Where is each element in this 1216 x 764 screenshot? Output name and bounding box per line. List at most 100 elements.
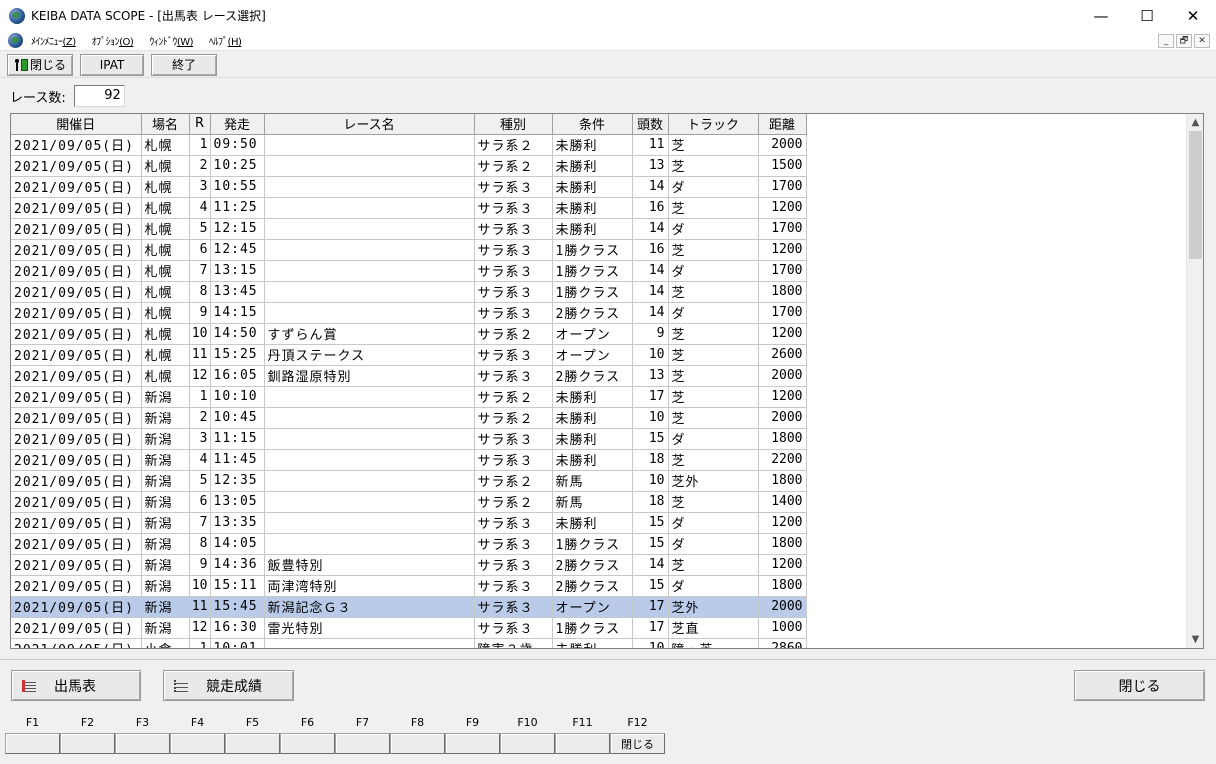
table-row[interactable]: 2021/09/05(日) 新潟 7 13:35 サラ系３ 未勝利 15 ダ 1200 <box>11 512 807 534</box>
mdi-close-button[interactable]: ✕ <box>1194 34 1210 48</box>
fkey-button-f1[interactable] <box>5 733 60 754</box>
table-row[interactable]: 2021/09/05(日) 新潟 2 10:45 サラ系２ 未勝利 10 芝 2000 <box>11 407 807 429</box>
table-row[interactable]: 2021/09/05(日) 札幌 9 14:15 サラ系３ 2勝クラス 14 ダ 1700 <box>11 302 807 324</box>
fkey-button-f2[interactable] <box>60 733 115 754</box>
col-header-date[interactable]: 開催日 <box>11 114 142 135</box>
table-row[interactable]: 2021/09/05(日) 新潟 3 11:15 サラ系３ 未勝利 15 ダ 1800 <box>11 428 807 450</box>
ipat-button[interactable]: IPAT <box>80 53 144 76</box>
table-row[interactable]: 2021/09/05(日) 新潟 8 14:05 サラ系３ 1勝クラス 15 ダ 1800 <box>11 533 807 555</box>
cell-condition: 1勝クラス <box>552 260 633 282</box>
table-row[interactable]: 2021/09/05(日) 新潟 10 15:11 両津湾特別 サラ系３ 2勝クラス 15 ダ 1… <box>11 575 807 597</box>
menu-window[interactable]: ｳｨﾝﾄﾞｳ(W) <box>149 33 193 48</box>
table-row[interactable]: 2021/09/05(日) 札幌 2 10:25 サラ系２ 未勝利 13 芝 1500 <box>11 155 807 177</box>
cell-date: 2021/09/05(日) <box>11 218 142 240</box>
table-row[interactable]: 2021/09/05(日) 新潟 6 13:05 サラ系２ 新馬 18 芝 1400 <box>11 491 807 513</box>
scroll-up-icon[interactable]: ▲ <box>1187 114 1203 131</box>
mdi-controls: _ 🗗 ✕ <box>1158 34 1210 48</box>
col-header-distance[interactable]: 距離 <box>758 114 807 135</box>
cell-distance: 1800 <box>758 470 807 492</box>
menu-main[interactable]: ﾒｲﾝﾒﾆｭｰ(Z) <box>31 33 76 48</box>
table-row[interactable]: 2021/09/05(日) 札幌 10 14:50 すずらん賞 サラ系２ オープン 9 芝 120… <box>11 323 807 345</box>
cell-type: サラ系３ <box>474 575 553 597</box>
fkey-button-f7[interactable] <box>335 733 390 754</box>
fkey-button-f12[interactable]: 閉じる <box>610 733 665 754</box>
col-header-track[interactable]: トラック <box>668 114 759 135</box>
table-row[interactable]: 2021/09/05(日) 新潟 9 14:36 飯豊特別 サラ系３ 2勝クラス 14 芝 120… <box>11 554 807 576</box>
toolbar-close-button[interactable]: 閉じる <box>7 53 73 76</box>
fkey-button-f4[interactable] <box>170 733 225 754</box>
fkey-button-f9[interactable] <box>445 733 500 754</box>
table-row[interactable]: 2021/09/05(日) 札幌 8 13:45 サラ系３ 1勝クラス 14 芝 1800 <box>11 281 807 303</box>
table-row[interactable]: 2021/09/05(日) 札幌 4 11:25 サラ系３ 未勝利 16 芝 1200 <box>11 197 807 219</box>
fkey-button-f6[interactable] <box>280 733 335 754</box>
table-row[interactable]: 2021/09/05(日) 新潟 4 11:45 サラ系３ 未勝利 18 芝 2200 <box>11 449 807 471</box>
exit-button[interactable]: 終了 <box>151 53 217 76</box>
cell-runners: 10 <box>632 407 669 429</box>
fkey-button-f3[interactable] <box>115 733 170 754</box>
cell-track: 芝外 <box>668 596 759 618</box>
fkey-button-f11[interactable] <box>555 733 610 754</box>
menu-help[interactable]: ﾍﾙﾌﾟ(H) <box>209 33 242 48</box>
fkey-button-f5[interactable] <box>225 733 280 754</box>
table-row[interactable]: 2021/09/05(日) 札幌 6 12:45 サラ系３ 1勝クラス 16 芝 1200 <box>11 239 807 261</box>
close-window-button[interactable]: ✕ <box>1170 0 1216 31</box>
cell-venue: 新潟 <box>141 533 190 555</box>
table-row[interactable]: 2021/09/05(日) 札幌 5 12:15 サラ系３ 未勝利 14 ダ 1700 <box>11 218 807 240</box>
table-row[interactable]: 2021/09/05(日) 札幌 11 15:25 丹頂ステークス サラ系３ オープン 10 芝… <box>11 344 807 366</box>
cell-condition: 未勝利 <box>552 449 633 471</box>
fkey-button-f8[interactable] <box>390 733 445 754</box>
cell-distance: 1700 <box>758 176 807 198</box>
cell-condition: オープン <box>552 323 633 345</box>
cell-distance: 1400 <box>758 491 807 513</box>
table-row[interactable]: 2021/09/05(日)小倉110:01 障害３歳未勝利10障・芝2860 <box>11 638 807 648</box>
col-header-type[interactable]: 種別 <box>474 114 553 135</box>
cell-runners: 15 <box>632 512 669 534</box>
cell-runners: 16 <box>632 239 669 261</box>
cell-runners: 9 <box>632 323 669 345</box>
vertical-scrollbar[interactable]: ▲ ▼ <box>1186 114 1203 648</box>
col-header-race-name[interactable]: レース名 <box>264 114 475 135</box>
table-row[interactable]: 2021/09/05(日) 新潟 1 10:10 サラ系２ 未勝利 17 芝 1200 <box>11 386 807 408</box>
cell-race-no: 9 <box>189 302 211 324</box>
table-row[interactable]: 2021/09/05(日) 新潟 12 16:30 雷光特別 サラ系３ 1勝クラス 17 芝直 1… <box>11 617 807 639</box>
cell-race-no: 8 <box>189 533 211 555</box>
race-count-row: レース数: 92 <box>10 85 125 107</box>
shutuba-button[interactable]: 出馬表 <box>11 670 141 701</box>
table-row[interactable]: 2021/09/05(日) 札幌 1 09:50 サラ系２ 未勝利 11 芝 2000 <box>11 134 807 156</box>
col-header-venue[interactable]: 場名 <box>141 114 190 135</box>
col-header-race-no[interactable]: R <box>189 114 211 135</box>
fkey-f3: F3 <box>115 714 170 756</box>
table-row[interactable]: 2021/09/05(日) 新潟 5 12:35 サラ系２ 新馬 10 芝外 1800 <box>11 470 807 492</box>
fkey-label: F7 <box>355 716 370 729</box>
table-row[interactable]: 2021/09/05(日) 札幌 7 13:15 サラ系３ 1勝クラス 14 ダ 1700 <box>11 260 807 282</box>
globe-menu-icon[interactable] <box>8 33 23 48</box>
cell-venue: 新潟 <box>141 512 190 534</box>
maximize-button[interactable]: ☐ <box>1124 0 1170 31</box>
mdi-minimize-button[interactable]: _ <box>1158 34 1174 48</box>
cell-condition: 未勝利 <box>552 512 633 534</box>
results-button[interactable]: 競走成績 <box>163 670 294 701</box>
mdi-restore-button[interactable]: 🗗 <box>1176 34 1192 48</box>
table-row[interactable]: 2021/09/05(日) 新潟 11 15:45 新潟記念Ｇ３ サラ系３ オープン 17 芝外… <box>11 596 807 618</box>
minimize-button[interactable]: — <box>1078 0 1124 31</box>
cell-race-no: 6 <box>189 239 211 261</box>
menu-option[interactable]: ｵﾌﾟｼｮﾝ(O) <box>92 33 134 48</box>
close-button[interactable]: 閉じる <box>1074 670 1205 701</box>
col-header-runners[interactable]: 頭数 <box>632 114 669 135</box>
cell-start: 14:15 <box>210 302 265 324</box>
person-icon <box>14 58 20 71</box>
cell-race-no: 6 <box>189 491 211 513</box>
cell-runners: 18 <box>632 491 669 513</box>
fkey-button-f10[interactable] <box>500 733 555 754</box>
table-row[interactable]: 2021/09/05(日) 札幌 12 16:05 釧路湿原特別 サラ系３ 2勝クラス 13 芝… <box>11 365 807 387</box>
race-grid[interactable]: 開催日 場名 R 発走 レース名 種別 条件 頭数 トラック 距離 2021/0… <box>10 113 1204 649</box>
scroll-thumb[interactable] <box>1189 131 1202 259</box>
cell-distance: 2000 <box>758 134 807 156</box>
col-header-start[interactable]: 発走 <box>210 114 265 135</box>
cell-start: 11:45 <box>210 449 265 471</box>
table-row[interactable]: 2021/09/05(日) 札幌 3 10:55 サラ系３ 未勝利 14 ダ 1700 <box>11 176 807 198</box>
col-header-condition[interactable]: 条件 <box>552 114 633 135</box>
cell-race-name <box>264 533 475 555</box>
cell-runners: 18 <box>632 449 669 471</box>
scroll-down-icon[interactable]: ▼ <box>1187 631 1203 648</box>
